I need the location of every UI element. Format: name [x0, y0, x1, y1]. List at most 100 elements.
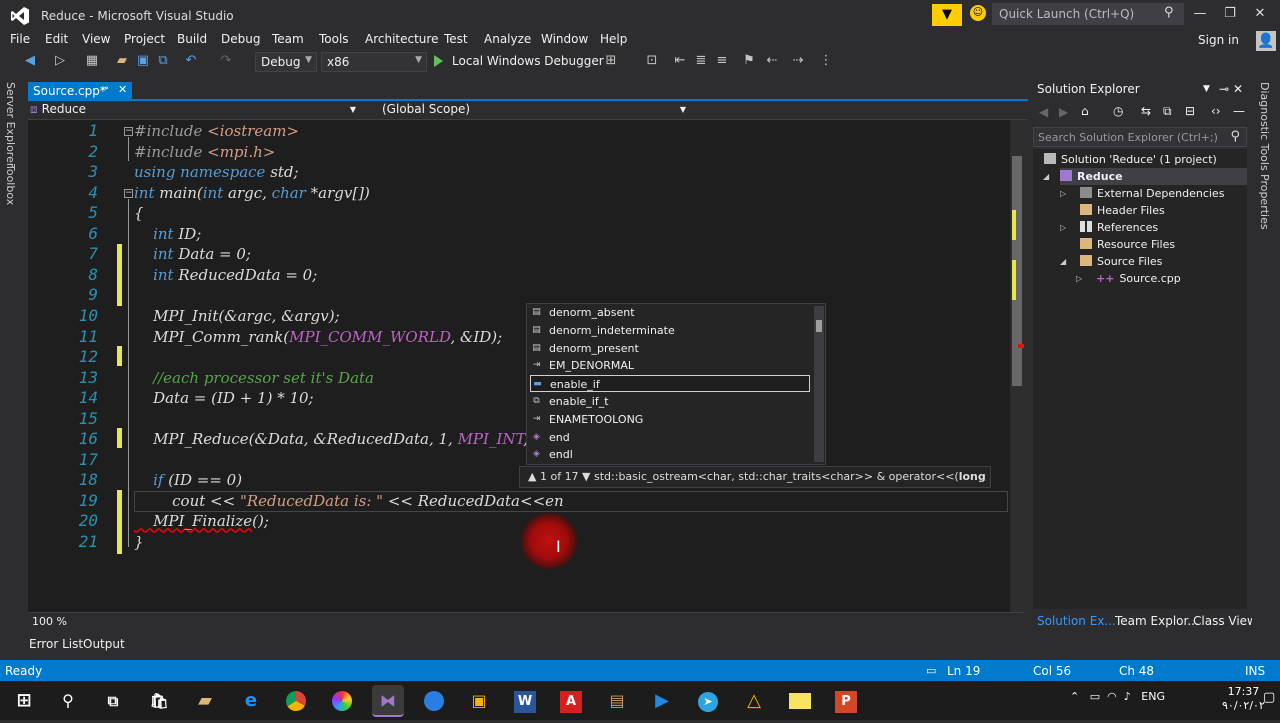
- minimize-icon[interactable]: —: [1190, 6, 1210, 21]
- tab-team-explorer[interactable]: Team Explor...: [1115, 614, 1199, 628]
- forward-icon[interactable]: ▷: [52, 53, 68, 68]
- pin-icon[interactable]: ⊸: [100, 83, 108, 94]
- tree-item-solution[interactable]: Solution 'Reduce' (1 project): [1044, 151, 1217, 168]
- code-line[interactable]: MPI_Reduce(&Data, &ReducedData, 1, MPI_I…: [134, 429, 538, 449]
- tree-item-header-files[interactable]: Header Files: [1080, 202, 1165, 219]
- menu-build[interactable]: Build: [177, 32, 207, 46]
- tab-error-list[interactable]: Error List: [29, 637, 83, 651]
- edge-icon[interactable]: e: [235, 685, 267, 717]
- tree-item-references[interactable]: References: [1080, 219, 1158, 236]
- bookmark-icon[interactable]: ⚑: [741, 53, 757, 68]
- intellisense-item[interactable]: ▬ enable_if: [530, 375, 810, 393]
- home-icon[interactable]: ⌂: [1081, 104, 1089, 118]
- code-line[interactable]: MPI_Finalize();: [134, 511, 269, 531]
- tree-item-resource-files[interactable]: Resource Files: [1080, 236, 1175, 253]
- code-line[interactable]: Data = (ID + 1) * 10;: [134, 388, 314, 408]
- windows-start-icon[interactable]: ⊞: [8, 685, 40, 717]
- code-line[interactable]: int ReducedData = 0;: [134, 265, 317, 285]
- code-line[interactable]: //each processor set it's Data: [134, 368, 374, 388]
- input-language[interactable]: ENG: [1141, 690, 1165, 703]
- expanded-arrow-icon[interactable]: ◢: [1043, 172, 1049, 181]
- media-player-icon[interactable]: ▶: [646, 685, 678, 717]
- collapse-main-icon[interactable]: −: [124, 189, 133, 198]
- tab-class-view[interactable]: Class View: [1193, 614, 1257, 628]
- code-line[interactable]: {: [134, 203, 144, 223]
- back-icon[interactable]: ◀: [22, 53, 38, 68]
- menu-architecture[interactable]: Architecture: [365, 32, 438, 46]
- sync-icon[interactable]: ⇆: [1141, 104, 1151, 118]
- code-line[interactable]: using namespace std;: [134, 162, 299, 182]
- notes-icon[interactable]: [784, 685, 816, 717]
- user-avatar-icon[interactable]: 👤: [1256, 31, 1276, 51]
- code-line[interactable]: int Data = 0;: [134, 244, 251, 264]
- intellisense-item[interactable]: ⇥ EM_DENORMAL: [530, 357, 810, 374]
- intellisense-item[interactable]: ◈ endl: [530, 446, 810, 463]
- search-icon[interactable]: ⚲: [1164, 5, 1174, 20]
- start-debugger-button[interactable]: Local Windows Debugger: [432, 54, 604, 68]
- wifi-icon[interactable]: ◠: [1107, 690, 1117, 703]
- toolbar-overflow-icon[interactable]: ⋮: [818, 53, 834, 68]
- code-line[interactable]: #include <iostream>: [134, 121, 299, 141]
- search-icon[interactable]: ⚲: [1230, 129, 1240, 144]
- attach-icon[interactable]: ⊞: [603, 53, 619, 68]
- expanded-arrow-icon[interactable]: ◢: [1060, 257, 1066, 266]
- close-icon[interactable]: ✕: [1233, 82, 1243, 96]
- feedback-smiley-icon[interactable]: ☺: [970, 5, 986, 21]
- notifications-icon[interactable]: ▢: [1263, 690, 1275, 705]
- menu-tools[interactable]: Tools: [319, 32, 349, 46]
- folder-app-icon[interactable]: ▣: [463, 685, 495, 717]
- history-icon[interactable]: ◷: [1113, 104, 1123, 118]
- hot-reload-icon[interactable]: ⊡: [644, 53, 660, 68]
- open-folder-icon[interactable]: ▰: [114, 53, 130, 68]
- intellisense-item[interactable]: ⇥ ENAMETOOLONG: [530, 411, 810, 428]
- next-bookmark-icon[interactable]: ⇢: [790, 53, 806, 68]
- platform-dropdown[interactable]: x86 ▼: [321, 52, 427, 72]
- uncomment-icon[interactable]: ≡: [714, 53, 730, 68]
- menu-team[interactable]: Team: [272, 32, 304, 46]
- menu-view[interactable]: View: [82, 32, 110, 46]
- task-view-icon[interactable]: ⧉: [97, 685, 129, 717]
- feedback-flag-icon[interactable]: ▼: [932, 4, 962, 26]
- back-icon[interactable]: ◀: [1039, 105, 1048, 119]
- prev-bookmark-icon[interactable]: ⇠: [764, 53, 780, 68]
- collapse-all-icon[interactable]: ⧉: [1163, 104, 1172, 119]
- code-line[interactable]: MPI_Init(&argc, &argv);: [134, 306, 340, 326]
- word-icon[interactable]: W: [509, 685, 541, 717]
- chrome-icon[interactable]: [280, 685, 312, 717]
- store-icon[interactable]: 🛍: [143, 685, 175, 717]
- zoom-level[interactable]: 100 %: [32, 615, 67, 628]
- code-line[interactable]: if (ID == 0): [134, 470, 242, 490]
- collapsed-arrow-icon[interactable]: ▷: [1076, 274, 1082, 283]
- save-icon[interactable]: ▣: [135, 53, 151, 68]
- collapsed-arrow-icon[interactable]: ▷: [1060, 223, 1066, 232]
- file-explorer-icon[interactable]: ▰: [189, 685, 221, 717]
- code-line[interactable]: int main(int argc, char *argv[]): [134, 183, 370, 203]
- menu-help[interactable]: Help: [600, 32, 627, 46]
- server-explorer-tab[interactable]: Server Explorer: [4, 82, 17, 167]
- tree-item-external-deps[interactable]: External Dependencies: [1080, 185, 1224, 202]
- intellisense-item[interactable]: ▤ denorm_absent: [530, 304, 810, 321]
- wrench-icon[interactable]: —: [1233, 104, 1245, 118]
- toolbox-tab[interactable]: Toolbox: [4, 164, 17, 205]
- collapsed-arrow-icon[interactable]: ▷: [1060, 189, 1066, 198]
- visual-studio-icon[interactable]: ⧓: [372, 685, 404, 717]
- menu-analyze[interactable]: Analyze: [484, 32, 531, 46]
- forward-icon[interactable]: ▶: [1059, 105, 1068, 119]
- collapse-include-icon[interactable]: −: [124, 127, 133, 136]
- tree-item-source-cpp[interactable]: ++ Source.cpp: [1096, 270, 1181, 287]
- code-line[interactable]: }: [134, 532, 144, 552]
- save-all-icon[interactable]: ⧉: [155, 53, 171, 68]
- search-icon[interactable]: ⚲: [52, 685, 84, 717]
- tree-item-source-files[interactable]: Source Files: [1080, 253, 1162, 270]
- diagnostic-tools-tab[interactable]: Diagnostic Tools: [1258, 82, 1271, 171]
- show-all-files-icon[interactable]: ⊟: [1185, 104, 1195, 118]
- triangle-app-icon[interactable]: △: [738, 685, 770, 717]
- properties-tab[interactable]: Properties: [1258, 174, 1271, 230]
- code-line[interactable]: int ID;: [134, 224, 201, 244]
- pin-icon[interactable]: ⊸: [1219, 82, 1229, 96]
- pdf-icon[interactable]: A: [555, 685, 587, 717]
- battery-icon[interactable]: ▭: [1090, 690, 1100, 703]
- show-hidden-icon[interactable]: ⌃: [1070, 690, 1079, 703]
- signature-prev-icon[interactable]: ▲: [528, 470, 540, 483]
- intellisense-scroll-thumb[interactable]: [816, 320, 822, 332]
